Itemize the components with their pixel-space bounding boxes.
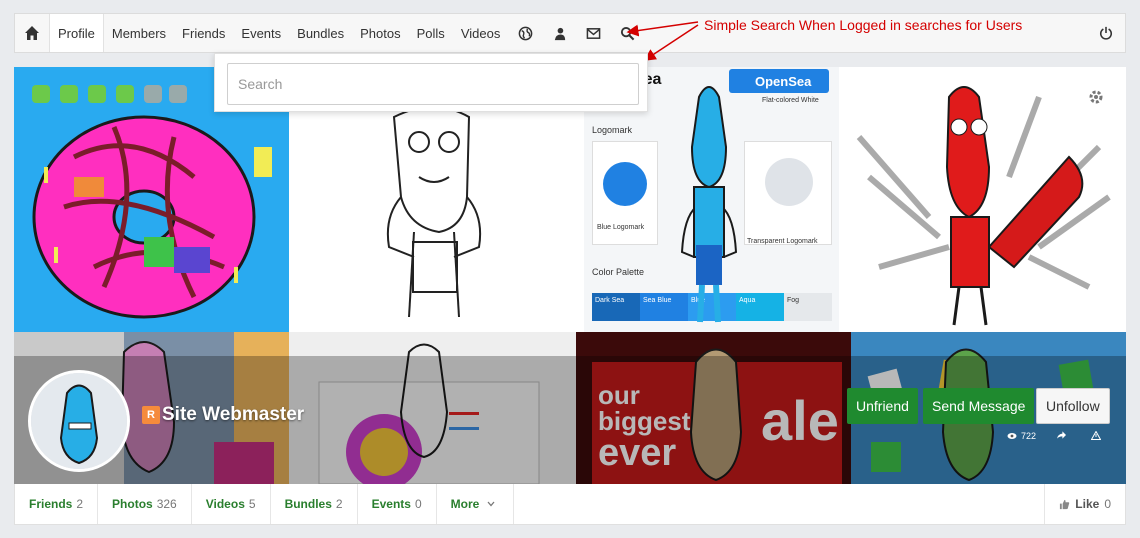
profile-tabs: Friends 2 Photos 326 Videos 5 Bundles 2 Even… bbox=[14, 484, 1126, 525]
user-icon[interactable] bbox=[542, 14, 576, 52]
profile-cover: OpenSea OpenSea Flat-colored White Logom… bbox=[14, 67, 1126, 484]
chevron-down-icon bbox=[487, 501, 495, 507]
search-input[interactable] bbox=[227, 63, 639, 105]
cover-photo-swiss-knife[interactable] bbox=[839, 67, 1126, 332]
globe-icon[interactable] bbox=[508, 14, 542, 52]
nav-polls[interactable]: Polls bbox=[409, 14, 453, 52]
nav-videos[interactable]: Videos bbox=[453, 14, 509, 52]
avatar[interactable] bbox=[28, 370, 130, 472]
mail-icon[interactable] bbox=[576, 14, 610, 52]
unfollow-button[interactable]: Unfollow bbox=[1036, 388, 1110, 424]
nav-bundles[interactable]: Bundles bbox=[289, 14, 352, 52]
views-stat: 722 bbox=[1007, 431, 1036, 441]
tab-videos[interactable]: Videos 5 bbox=[192, 484, 271, 524]
tab-more[interactable]: More bbox=[437, 484, 515, 524]
profile-name[interactable]: Site Webmaster bbox=[162, 404, 304, 426]
eye-icon bbox=[1007, 433, 1017, 439]
annotation-text: Simple Search When Logged in searches fo… bbox=[704, 17, 1023, 33]
tab-friends[interactable]: Friends 2 bbox=[15, 484, 99, 524]
share-icon[interactable] bbox=[1057, 431, 1066, 439]
nav-profile[interactable]: Profile bbox=[49, 14, 104, 52]
tab-events[interactable]: Events 0 bbox=[358, 484, 437, 524]
unfriend-button[interactable]: Unfriend bbox=[847, 388, 918, 424]
nav-members[interactable]: Members bbox=[104, 14, 174, 52]
search-dropdown bbox=[214, 53, 648, 112]
search-icon[interactable] bbox=[610, 14, 644, 52]
gear-icon[interactable] bbox=[1080, 81, 1112, 113]
nav-photos[interactable]: Photos bbox=[352, 14, 408, 52]
nav-friends[interactable]: Friends bbox=[174, 14, 233, 52]
power-icon[interactable] bbox=[1087, 14, 1125, 52]
rank-badge: R bbox=[142, 406, 160, 424]
tab-bundles[interactable]: Bundles 2 bbox=[271, 484, 358, 524]
nav-events[interactable]: Events bbox=[233, 14, 289, 52]
like-button[interactable]: Like 0 bbox=[1044, 484, 1125, 524]
thumbs-up-icon bbox=[1060, 499, 1070, 509]
send-message-button[interactable]: Send Message bbox=[923, 388, 1035, 424]
home-icon[interactable] bbox=[15, 14, 49, 52]
report-icon[interactable] bbox=[1091, 431, 1101, 440]
tab-photos[interactable]: Photos 326 bbox=[98, 484, 192, 524]
